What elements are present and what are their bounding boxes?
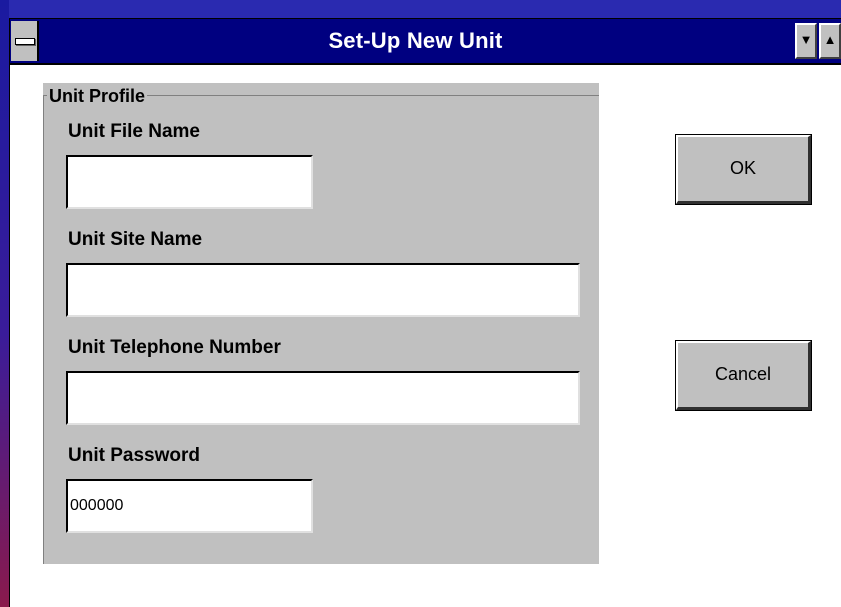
- unit-password-label: Unit Password: [68, 445, 200, 466]
- unit-site-name-input[interactable]: [66, 263, 580, 317]
- minimize-button[interactable]: ▼: [795, 23, 817, 59]
- unit-password-input[interactable]: [66, 479, 313, 533]
- unit-telephone-number-input[interactable]: [66, 371, 580, 425]
- group-legend: Unit Profile: [47, 85, 148, 107]
- minimize-icon: ▼: [799, 32, 813, 47]
- unit-site-name-label: Unit Site Name: [68, 229, 203, 250]
- ok-button[interactable]: OK: [676, 135, 811, 204]
- system-menu-icon: [15, 38, 35, 45]
- maximize-icon: ▲: [823, 32, 837, 47]
- unit-file-name-label: Unit File Name: [68, 121, 200, 142]
- window-title: Set-Up New Unit: [328, 28, 503, 53]
- setup-dialog-window: Set-Up New Unit ▼ ▲ Unit Profile Unit Fi…: [9, 18, 841, 607]
- unit-profile-group: Unit Profile Unit File Name Unit Site Na…: [43, 83, 601, 566]
- desktop-background-edge: [0, 0, 9, 607]
- dialog-body: Unit Profile Unit File Name Unit Site Na…: [10, 65, 841, 607]
- system-menu-button[interactable]: [11, 21, 39, 61]
- screen: Set-Up New Unit ▼ ▲ Unit Profile Unit Fi…: [0, 0, 841, 607]
- cancel-button[interactable]: Cancel: [676, 341, 811, 410]
- title-bar[interactable]: Set-Up New Unit ▼ ▲: [10, 19, 841, 65]
- maximize-button[interactable]: ▲: [819, 23, 841, 59]
- unit-file-name-input[interactable]: [66, 155, 313, 209]
- unit-telephone-number-label: Unit Telephone Number: [68, 337, 281, 358]
- desktop-background: [0, 0, 841, 18]
